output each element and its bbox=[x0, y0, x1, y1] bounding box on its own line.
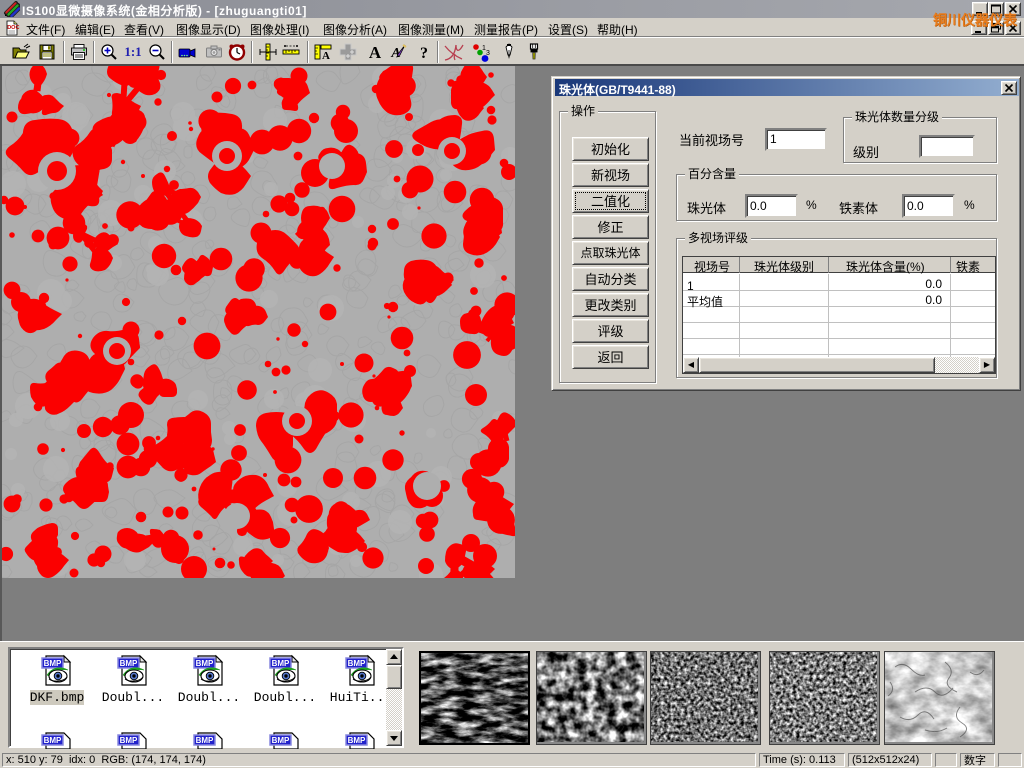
svg-text:BMP: BMP bbox=[44, 659, 62, 668]
svg-text:DOC: DOC bbox=[7, 25, 19, 31]
svg-text:BMP: BMP bbox=[44, 736, 62, 745]
svg-text:?: ? bbox=[420, 45, 428, 62]
svg-text:A: A bbox=[369, 43, 382, 62]
svg-text:BMP: BMP bbox=[196, 659, 214, 668]
svg-text:BMP: BMP bbox=[348, 736, 366, 745]
svg-text:BMP: BMP bbox=[272, 736, 290, 745]
svg-text:BMP: BMP bbox=[272, 659, 290, 668]
svg-text:BMP: BMP bbox=[196, 736, 214, 745]
svg-text:A: A bbox=[322, 50, 330, 62]
svg-text:BMP: BMP bbox=[348, 659, 366, 668]
svg-text:3: 3 bbox=[486, 50, 490, 57]
svg-text:BMP: BMP bbox=[120, 736, 138, 745]
svg-text:1:1: 1:1 bbox=[124, 44, 141, 59]
svg-text:BMP: BMP bbox=[120, 659, 138, 668]
